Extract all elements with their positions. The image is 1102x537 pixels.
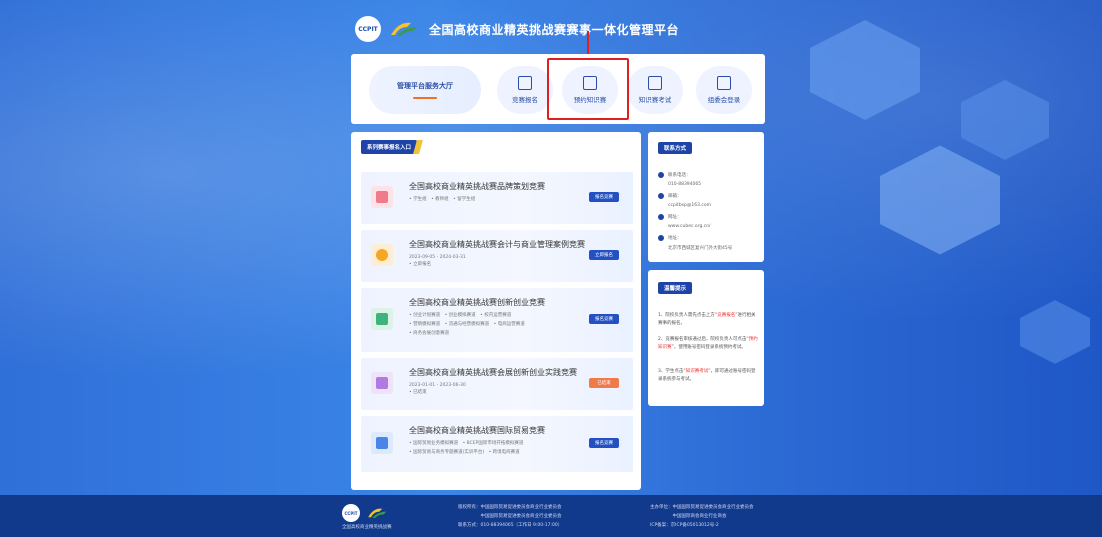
- competition-dates: 2023-09-05 - 2024-03-31: [409, 255, 466, 260]
- web-label: 网址：: [668, 215, 682, 220]
- competition-title: 全国高校商业精英挑战赛品牌策划竞赛: [409, 182, 545, 191]
- nav-item-label: 竞赛报名: [512, 96, 538, 104]
- list-item: 全国高校商业精英挑战赛会展创新创业实践竞赛 2023-01-01 - 2023-…: [361, 358, 633, 410]
- globe-icon: [658, 214, 664, 220]
- hexagon-decoration: [1020, 300, 1090, 364]
- list-item: 全国高校商业精英挑战赛会计与商业管理案例竞赛 2023-09-05 - 2024…: [361, 230, 633, 282]
- tip-1: 1、院校负责人需先点击上方“竞赛报名”进行相关赛事的报名。: [658, 313, 756, 326]
- brand-planning-icon: [371, 186, 393, 208]
- competition-title: 全国高校商业精英挑战赛国际贸易竞赛: [409, 426, 545, 435]
- email-label-row: 邮箱：: [658, 193, 682, 199]
- competition-tracks: • 营销模拟赛道 • 流通与经营模拟赛道 • 电商运营赛道: [409, 322, 525, 327]
- service-hall-label: 管理平台服务大厅: [397, 82, 453, 90]
- competition-status: • 立即报名: [409, 262, 432, 267]
- footer-copyright: 版权所有：中国国际贸易促进委员会商业行业委员会 中国国际贸易促进委员会商业行业委…: [458, 505, 563, 528]
- phone-label-row: 联系电话：: [658, 172, 691, 178]
- nav-item-knowledge-exam[interactable]: 知识赛考试: [627, 66, 683, 114]
- briefcase-icon: [371, 372, 393, 394]
- service-hall-banner: 管理平台服务大厅: [369, 66, 481, 114]
- competition-list-card: 系列赛事报名入口 全国高校商业精英挑战赛品牌策划竞赛 • 学生组 • 教师组 •…: [351, 132, 641, 490]
- web-value: www.cubec.org.cn/: [668, 224, 711, 229]
- register-button[interactable]: 报名竞赛: [589, 438, 619, 448]
- list-item: 全国高校商业精英挑战赛创新创业竞赛 • 创业计划赛道 • 创业模拟赛道 • 校内…: [361, 288, 633, 352]
- email-value: ccpitbsp@163.com: [668, 203, 712, 208]
- competition-tracks: • 创业计划赛道 • 创业模拟赛道 • 校内运营赛道: [409, 313, 512, 318]
- ccpit-logo: CCPIT: [342, 504, 360, 522]
- nav-item-register[interactable]: 竞赛报名: [497, 66, 553, 114]
- tip-2: 2、竞赛报名审核通过后，院校负责人可点击“预约知识赛”，使用账号密码登录系统预约…: [658, 337, 758, 350]
- competition-tracks: • 国际贸易业务模拟赛道 • BCEP国际市场开拓模拟赛道: [409, 441, 524, 446]
- phone-icon: [658, 172, 664, 178]
- competition-dates: 2023-01-01 - 2023-06-30: [409, 383, 466, 388]
- nav-item-label: 知识赛考试: [638, 96, 672, 104]
- cubec-logo: [389, 19, 421, 39]
- nav-item-committee-login[interactable]: 组委会登录: [696, 66, 752, 114]
- mail-icon: [658, 193, 664, 199]
- address-label: 地址：: [668, 236, 682, 241]
- list-item: 全国高校商业精英挑战赛国际贸易竞赛 • 国际贸易业务模拟赛道 • BCEP国际市…: [361, 416, 633, 472]
- cube-icon: [371, 308, 393, 330]
- tip-3: 3、学生点击“知识赛考试”，即可通过账号密码登录系统参与考试。: [658, 369, 756, 382]
- tips-card: 温馨提示 1、院校负责人需先点击上方“竞赛报名”进行相关赛事的报名。 2、竞赛报…: [648, 270, 764, 406]
- graduation-cap-icon: [371, 244, 393, 266]
- competition-title: 全国高校商业精英挑战赛创新创业竞赛: [409, 298, 545, 307]
- ended-badge: 已结束: [589, 378, 619, 388]
- phone-label: 联系电话：: [668, 173, 691, 178]
- hexagon-decoration: [810, 20, 920, 120]
- flask-icon: [371, 432, 393, 454]
- highlight-box: [547, 58, 629, 120]
- list-item: 全国高校商业精英挑战赛品牌策划竞赛 • 学生组 • 教师组 • 留学生组 报名竞…: [361, 172, 633, 224]
- footer-caption: 全国高校商业精英挑战赛: [342, 525, 392, 530]
- competition-status: • 已结束: [409, 390, 427, 395]
- checkbox-icon: [518, 76, 532, 90]
- phone-value: 010-88394065: [668, 182, 702, 187]
- footer-logo: CCPIT 全国高校商业精英挑战赛: [342, 504, 392, 530]
- edit-icon: [648, 76, 662, 90]
- section-tag: 系列赛事报名入口: [361, 140, 418, 154]
- site-header: CCPIT 全国高校商业精英挑战赛赛事一体化管理平台: [355, 16, 679, 42]
- register-now-button[interactable]: 立即报名: [589, 250, 619, 260]
- location-icon: [658, 235, 664, 241]
- page-title: 全国高校商业精英挑战赛赛事一体化管理平台: [429, 22, 680, 37]
- competition-title: 全国高校商业精英挑战赛会计与商业管理案例竞赛: [409, 240, 585, 249]
- section-tag: 联系方式: [658, 142, 693, 154]
- email-label: 邮箱：: [668, 194, 682, 199]
- ccpit-logo: CCPIT: [355, 16, 381, 42]
- register-button[interactable]: 报名竞赛: [589, 192, 619, 202]
- nav-item-label: 组委会登录: [707, 96, 741, 104]
- competition-tracks: • 学生组 • 教师组 • 留学生组: [409, 197, 476, 202]
- web-label-row: 网址：: [658, 214, 682, 220]
- section-tag: 温馨提示: [658, 282, 693, 294]
- address-label-row: 地址：: [658, 235, 682, 241]
- footer-organizer: 主办单位：中国国际贸易促进委员会商业行业委员会 中国国际商会商业行业商会 ICP…: [650, 505, 754, 528]
- competition-tracks: • 商务会展创意赛道: [409, 331, 450, 336]
- cubec-logo: [368, 508, 387, 518]
- login-icon: [717, 76, 731, 90]
- service-hall-underline: [413, 97, 437, 99]
- competition-tracks: • 国际贸易与商务专题赛道(实训平台) • 跨境电商赛道: [409, 450, 520, 455]
- register-button[interactable]: 报名竞赛: [589, 314, 619, 324]
- competition-title: 全国高校商业精英挑战赛会展创新创业实践竞赛: [409, 368, 577, 377]
- hexagon-decoration: [961, 80, 1049, 160]
- contact-card: 联系方式 联系电话： 010-88394065 邮箱： ccpitbsp@163…: [648, 132, 764, 262]
- address-value: 北京市西城区复兴门外大街45号: [668, 246, 733, 251]
